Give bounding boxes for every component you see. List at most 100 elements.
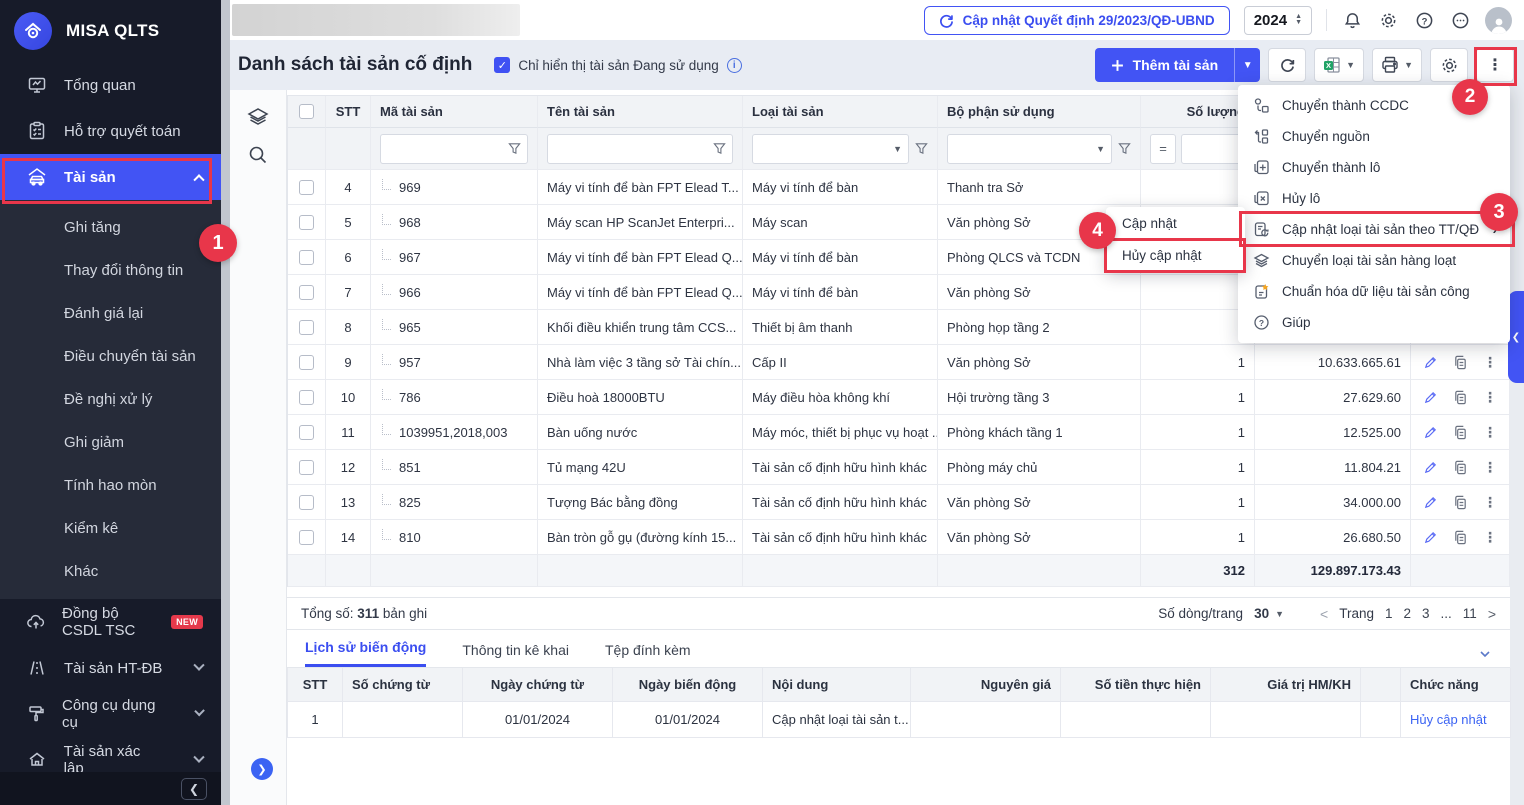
menu-chuyen-thanh-ccdc[interactable]: Chuyển thành CCDC xyxy=(1238,90,1510,121)
sidebar-item-ho-tro-quyet-toan[interactable]: Hỗ trợ quyết toán xyxy=(0,108,221,154)
sidebar-item-dong-bo-csdl[interactable]: Đồng bộ CSDL TSC NEW xyxy=(0,599,221,645)
row-checkbox[interactable] xyxy=(299,320,314,335)
edit-icon[interactable] xyxy=(1423,390,1438,405)
expand-panel-button[interactable]: ❯ xyxy=(251,758,273,780)
copy-icon[interactable] xyxy=(1453,390,1468,405)
copy-icon[interactable] xyxy=(1453,530,1468,545)
tab-thong-tin-ke-khai[interactable]: Thông tin kê khai xyxy=(462,642,569,667)
cancel-update-link[interactable]: Hủy cập nhật xyxy=(1401,702,1511,738)
filter-so-luong-input[interactable] xyxy=(1188,142,1238,156)
col-bo-phan-su-dung[interactable]: Bộ phận sử dụng xyxy=(938,96,1141,128)
table-row[interactable]: 12 851 Tủ mạng 42U Tài sản cố định hữu h… xyxy=(288,450,1510,485)
sidebar-submenu-item[interactable]: Đề nghị xử lý xyxy=(0,378,221,421)
menu-chuyen-thanh-lo[interactable]: Chuyển thành lô xyxy=(1238,152,1510,183)
col-stt[interactable]: STT xyxy=(326,96,371,128)
row-more-icon[interactable]: ⋮ xyxy=(1483,389,1497,406)
search-tool-icon[interactable] xyxy=(247,144,269,166)
row-checkbox[interactable] xyxy=(299,285,314,300)
page-number[interactable]: 1 xyxy=(1385,606,1393,621)
collapse-detail-icon[interactable] xyxy=(1478,647,1492,661)
row-checkbox[interactable] xyxy=(299,390,314,405)
row-checkbox[interactable] xyxy=(299,180,314,195)
add-asset-dropdown[interactable]: ▼ xyxy=(1234,48,1260,82)
more-actions-button[interactable]: ⋮ xyxy=(1476,48,1514,82)
menu-chuyen-nguon[interactable]: Chuyển nguồn xyxy=(1238,121,1510,152)
filter-in-use-checkbox[interactable]: ✓ xyxy=(494,57,510,73)
refresh-button[interactable] xyxy=(1268,48,1306,82)
menu-giup[interactable]: ? Giúp xyxy=(1238,307,1510,338)
right-panel-toggle[interactable]: ❮ xyxy=(1508,291,1524,383)
row-checkbox[interactable] xyxy=(299,530,314,545)
table-row[interactable]: 14 810 Bàn tròn gỗ gụ (đường kính 15... … xyxy=(288,520,1510,555)
sidebar-item-tong-quan[interactable]: Tổng quan xyxy=(0,62,221,108)
submenu-cap-nhat[interactable]: Cập nhật xyxy=(1106,207,1245,239)
filter-funnel-icon[interactable] xyxy=(1118,142,1131,155)
sidebar-submenu-item[interactable]: Điều chuyển tài sản xyxy=(0,335,221,378)
sidebar-submenu-item[interactable]: Khác xyxy=(0,550,221,593)
next-page-button[interactable]: > xyxy=(1488,606,1496,622)
sidebar-item-tai-san[interactable]: Tài sản xyxy=(0,154,221,200)
page-number[interactable]: 11 xyxy=(1463,606,1477,621)
notification-bell-icon[interactable] xyxy=(1341,9,1363,31)
copy-icon[interactable] xyxy=(1453,355,1468,370)
sidebar-submenu-item[interactable]: Đánh giá lại xyxy=(0,292,221,335)
page-number[interactable]: 3 xyxy=(1422,606,1430,621)
filter-ma-tai-san-input[interactable] xyxy=(387,142,508,156)
print-button[interactable]: ▼ xyxy=(1372,48,1422,82)
edit-icon[interactable] xyxy=(1423,495,1438,510)
row-more-icon[interactable]: ⋮ xyxy=(1483,424,1497,441)
menu-chuan-hoa-du-lieu[interactable]: Chuẩn hóa dữ liệu tài sản công xyxy=(1238,276,1510,307)
prev-page-button[interactable]: < xyxy=(1320,606,1328,622)
row-checkbox[interactable] xyxy=(299,250,314,265)
menu-chuyen-loai-hang-loat[interactable]: Chuyển loại tài sản hàng loạt xyxy=(1238,245,1510,276)
update-decision-button[interactable]: Cập nhật Quyết định 29/2023/QĐ-UBND xyxy=(924,6,1230,35)
row-checkbox[interactable] xyxy=(299,495,314,510)
copy-icon[interactable] xyxy=(1453,425,1468,440)
row-more-icon[interactable]: ⋮ xyxy=(1483,354,1497,371)
layers-tool-icon[interactable] xyxy=(246,106,270,128)
menu-huy-lo[interactable]: Hủy lô xyxy=(1238,183,1510,214)
page-number[interactable]: 2 xyxy=(1404,606,1412,621)
sidebar-item-tai-san-ht-db[interactable]: Tài sản HT-ĐB xyxy=(0,645,221,691)
submenu-huy-cap-nhat[interactable]: Hủy cập nhật xyxy=(1106,239,1245,271)
row-more-icon[interactable]: ⋮ xyxy=(1483,529,1497,546)
filter-funnel-icon[interactable] xyxy=(713,142,726,155)
sidebar-submenu-item[interactable]: Kiểm kê xyxy=(0,507,221,550)
copy-icon[interactable] xyxy=(1453,495,1468,510)
select-all-checkbox[interactable] xyxy=(299,104,314,119)
col-loai-tai-san[interactable]: Loại tài sản xyxy=(743,96,938,128)
row-checkbox[interactable] xyxy=(299,215,314,230)
row-checkbox[interactable] xyxy=(299,355,314,370)
col-ma-tai-san[interactable]: Mã tài sản xyxy=(371,96,538,128)
spinner-icon[interactable]: ▲▼ xyxy=(1295,14,1302,26)
filter-funnel-icon[interactable] xyxy=(508,142,521,155)
edit-icon[interactable] xyxy=(1423,425,1438,440)
table-row[interactable]: 10 786 Điều hoà 18000BTU Máy điều hòa kh… xyxy=(288,380,1510,415)
filter-operator[interactable]: = xyxy=(1150,134,1176,164)
table-row[interactable]: 11 1039951,2018,003 Bàn uống nước Máy mó… xyxy=(288,415,1510,450)
filter-loai-tai-san-select[interactable] xyxy=(759,142,893,156)
rows-per-page-select[interactable]: 30▼ xyxy=(1254,606,1284,621)
sidebar-submenu-item[interactable]: Ghi tăng xyxy=(0,206,221,249)
filter-funnel-icon[interactable] xyxy=(915,142,928,155)
copy-icon[interactable] xyxy=(1453,460,1468,475)
grid-settings-button[interactable] xyxy=(1430,48,1468,82)
add-asset-button[interactable]: Thêm tài sản ▼ xyxy=(1095,48,1261,82)
menu-cap-nhat-loai-tai-san[interactable]: Cập nhật loại tài sản theo TT/QĐ › xyxy=(1238,214,1510,245)
row-checkbox[interactable] xyxy=(299,460,314,475)
tab-tep-dinh-kem[interactable]: Tệp đính kèm xyxy=(605,642,691,667)
row-more-icon[interactable]: ⋮ xyxy=(1483,459,1497,476)
page-number[interactable]: ... xyxy=(1441,606,1452,621)
table-row[interactable]: 13 825 Tượng Bác bằng đồng Tài sản cố đị… xyxy=(288,485,1510,520)
filter-bo-phan-select[interactable] xyxy=(954,142,1096,156)
sidebar-collapse-button[interactable]: ❮ xyxy=(181,778,207,800)
settings-gear-icon[interactable] xyxy=(1377,9,1399,31)
edit-icon[interactable] xyxy=(1423,460,1438,475)
sidebar-submenu-item[interactable]: Ghi giảm xyxy=(0,421,221,464)
info-icon[interactable]: i xyxy=(727,58,742,73)
user-avatar[interactable] xyxy=(1485,7,1512,34)
fiscal-year-selector[interactable]: 2024 ▲▼ xyxy=(1244,6,1312,35)
filter-ten-tai-san-input[interactable] xyxy=(554,142,713,156)
row-checkbox[interactable] xyxy=(299,425,314,440)
sidebar-submenu-item[interactable]: Tính hao mòn xyxy=(0,464,221,507)
